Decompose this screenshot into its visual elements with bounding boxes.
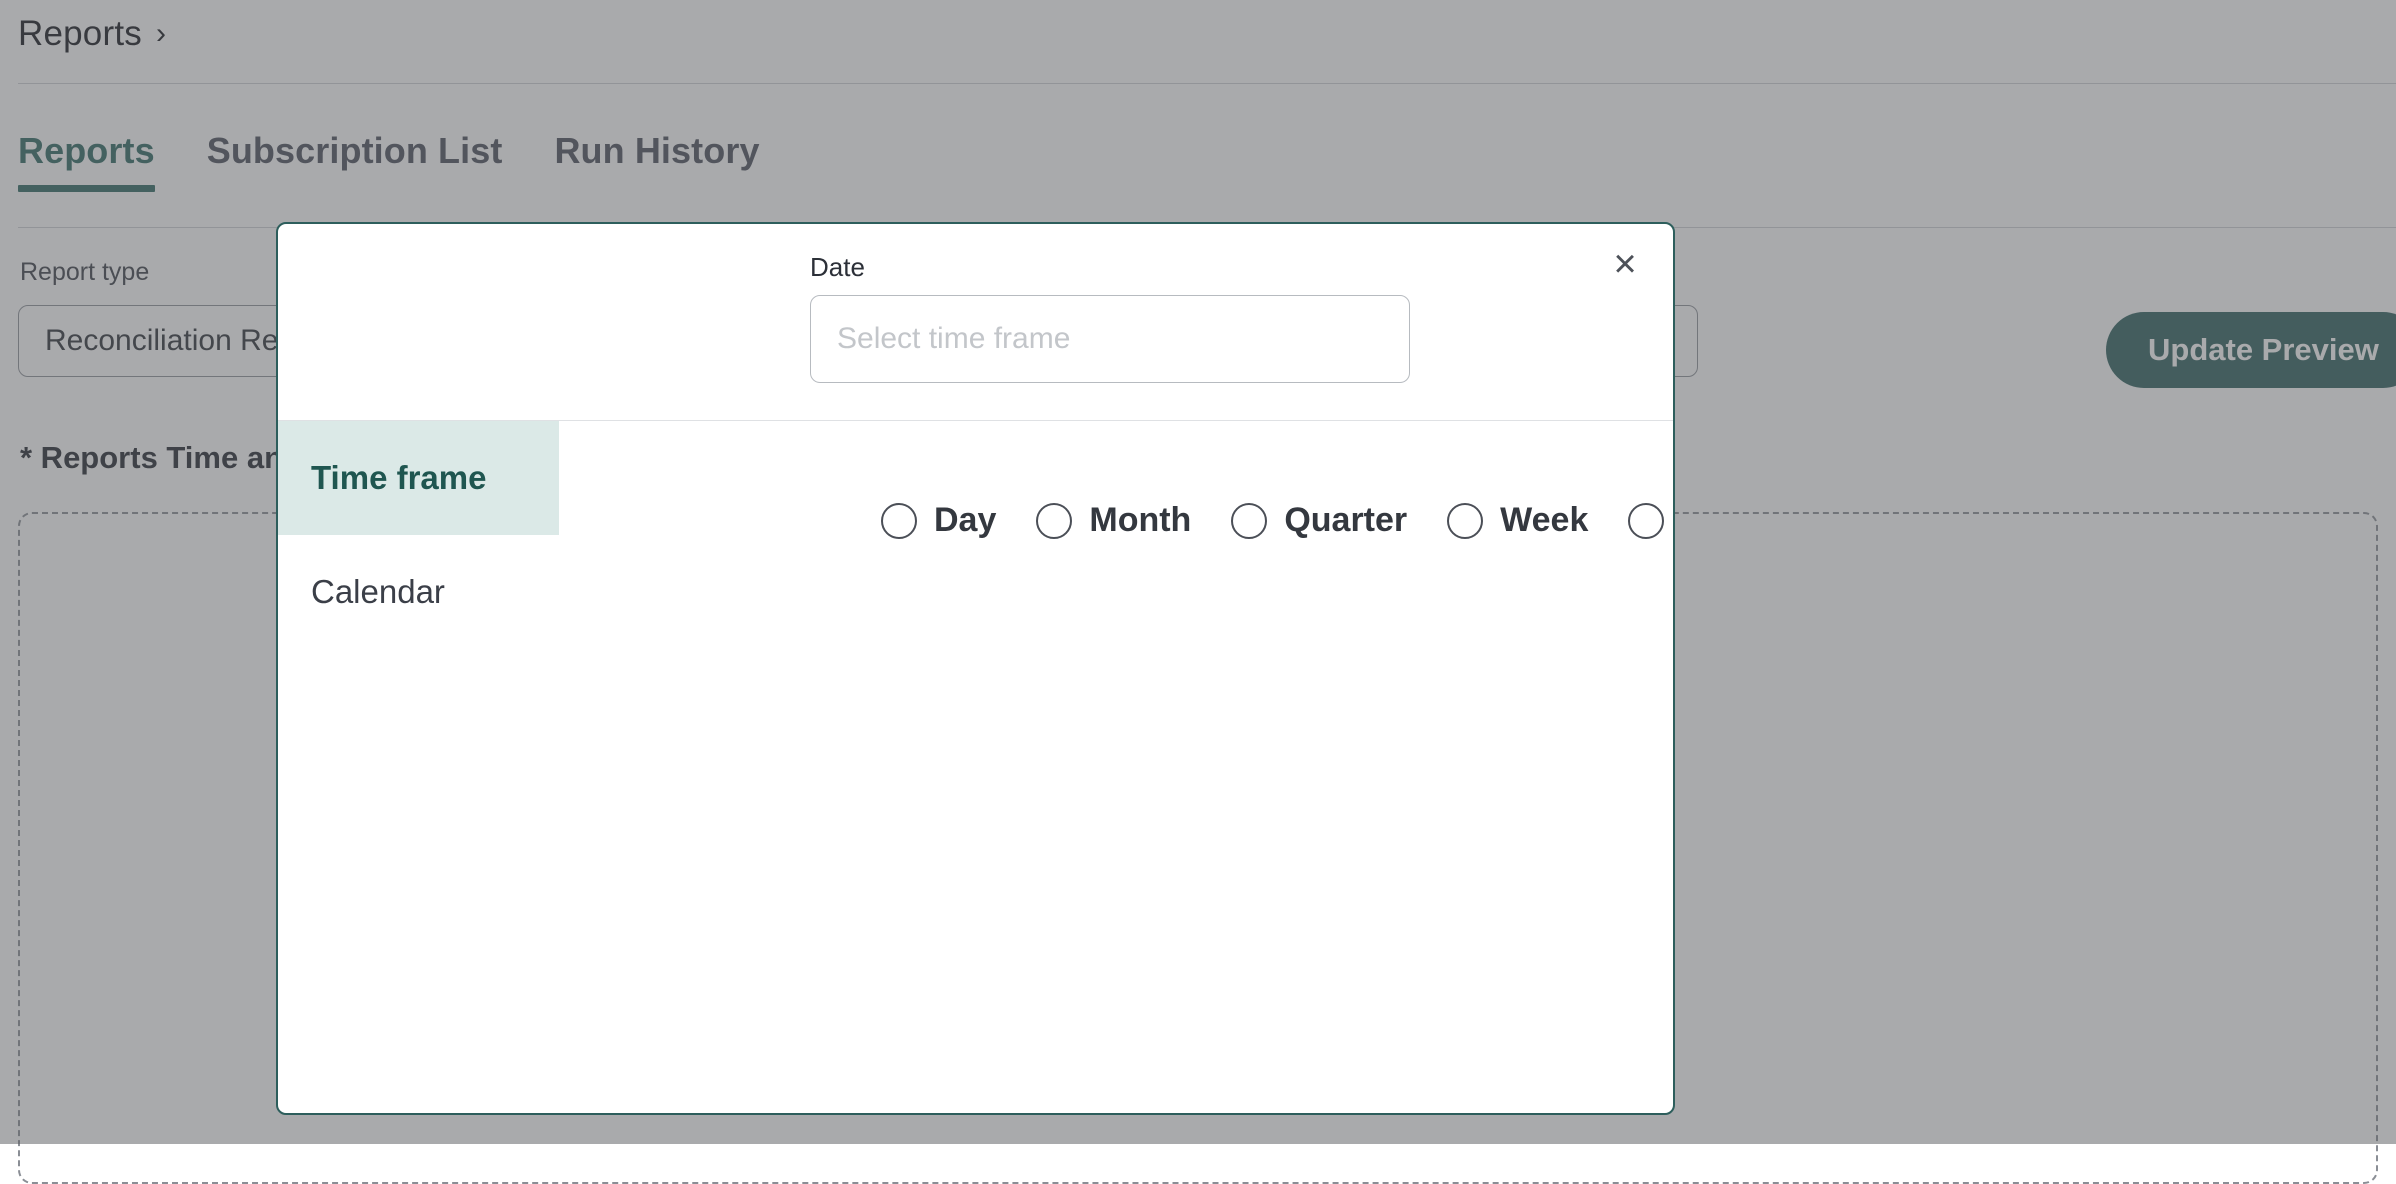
radio-circle-icon [1231,503,1267,539]
side-nav-item-time-frame-label: Time frame [311,459,486,497]
radio-option-day-label: Day [934,501,996,540]
radio-option-week[interactable]: Week [1447,501,1588,540]
radio-circle-icon [881,503,917,539]
time-frame-radio-group: Day Month Quarter Week Year [881,501,1675,540]
radio-option-month[interactable]: Month [1036,501,1191,540]
side-nav-item-time-frame[interactable]: Time frame [278,421,559,535]
radio-option-quarter[interactable]: Quarter [1231,501,1407,540]
radio-option-week-label: Week [1500,501,1588,540]
close-icon[interactable]: × [1599,238,1651,290]
radio-circle-icon [1036,503,1072,539]
side-nav-item-calendar[interactable]: Calendar [278,535,559,649]
date-picker-modal: × Date Time frame Calendar Day Month Qua… [276,222,1675,1115]
radio-option-day[interactable]: Day [881,501,996,540]
radio-option-quarter-label: Quarter [1284,501,1407,540]
time-frame-pane: Day Month Quarter Week Year Save Clear [559,421,1673,1113]
date-input[interactable] [810,295,1410,383]
radio-option-year[interactable]: Year [1628,501,1675,540]
date-field-group: Date [810,252,1410,383]
date-field-label: Date [810,252,1410,283]
modal-side-nav: Time frame Calendar [278,421,559,1113]
radio-circle-icon [1447,503,1483,539]
side-nav-item-calendar-label: Calendar [311,573,445,611]
radio-option-month-label: Month [1089,501,1191,540]
radio-circle-icon [1628,503,1664,539]
